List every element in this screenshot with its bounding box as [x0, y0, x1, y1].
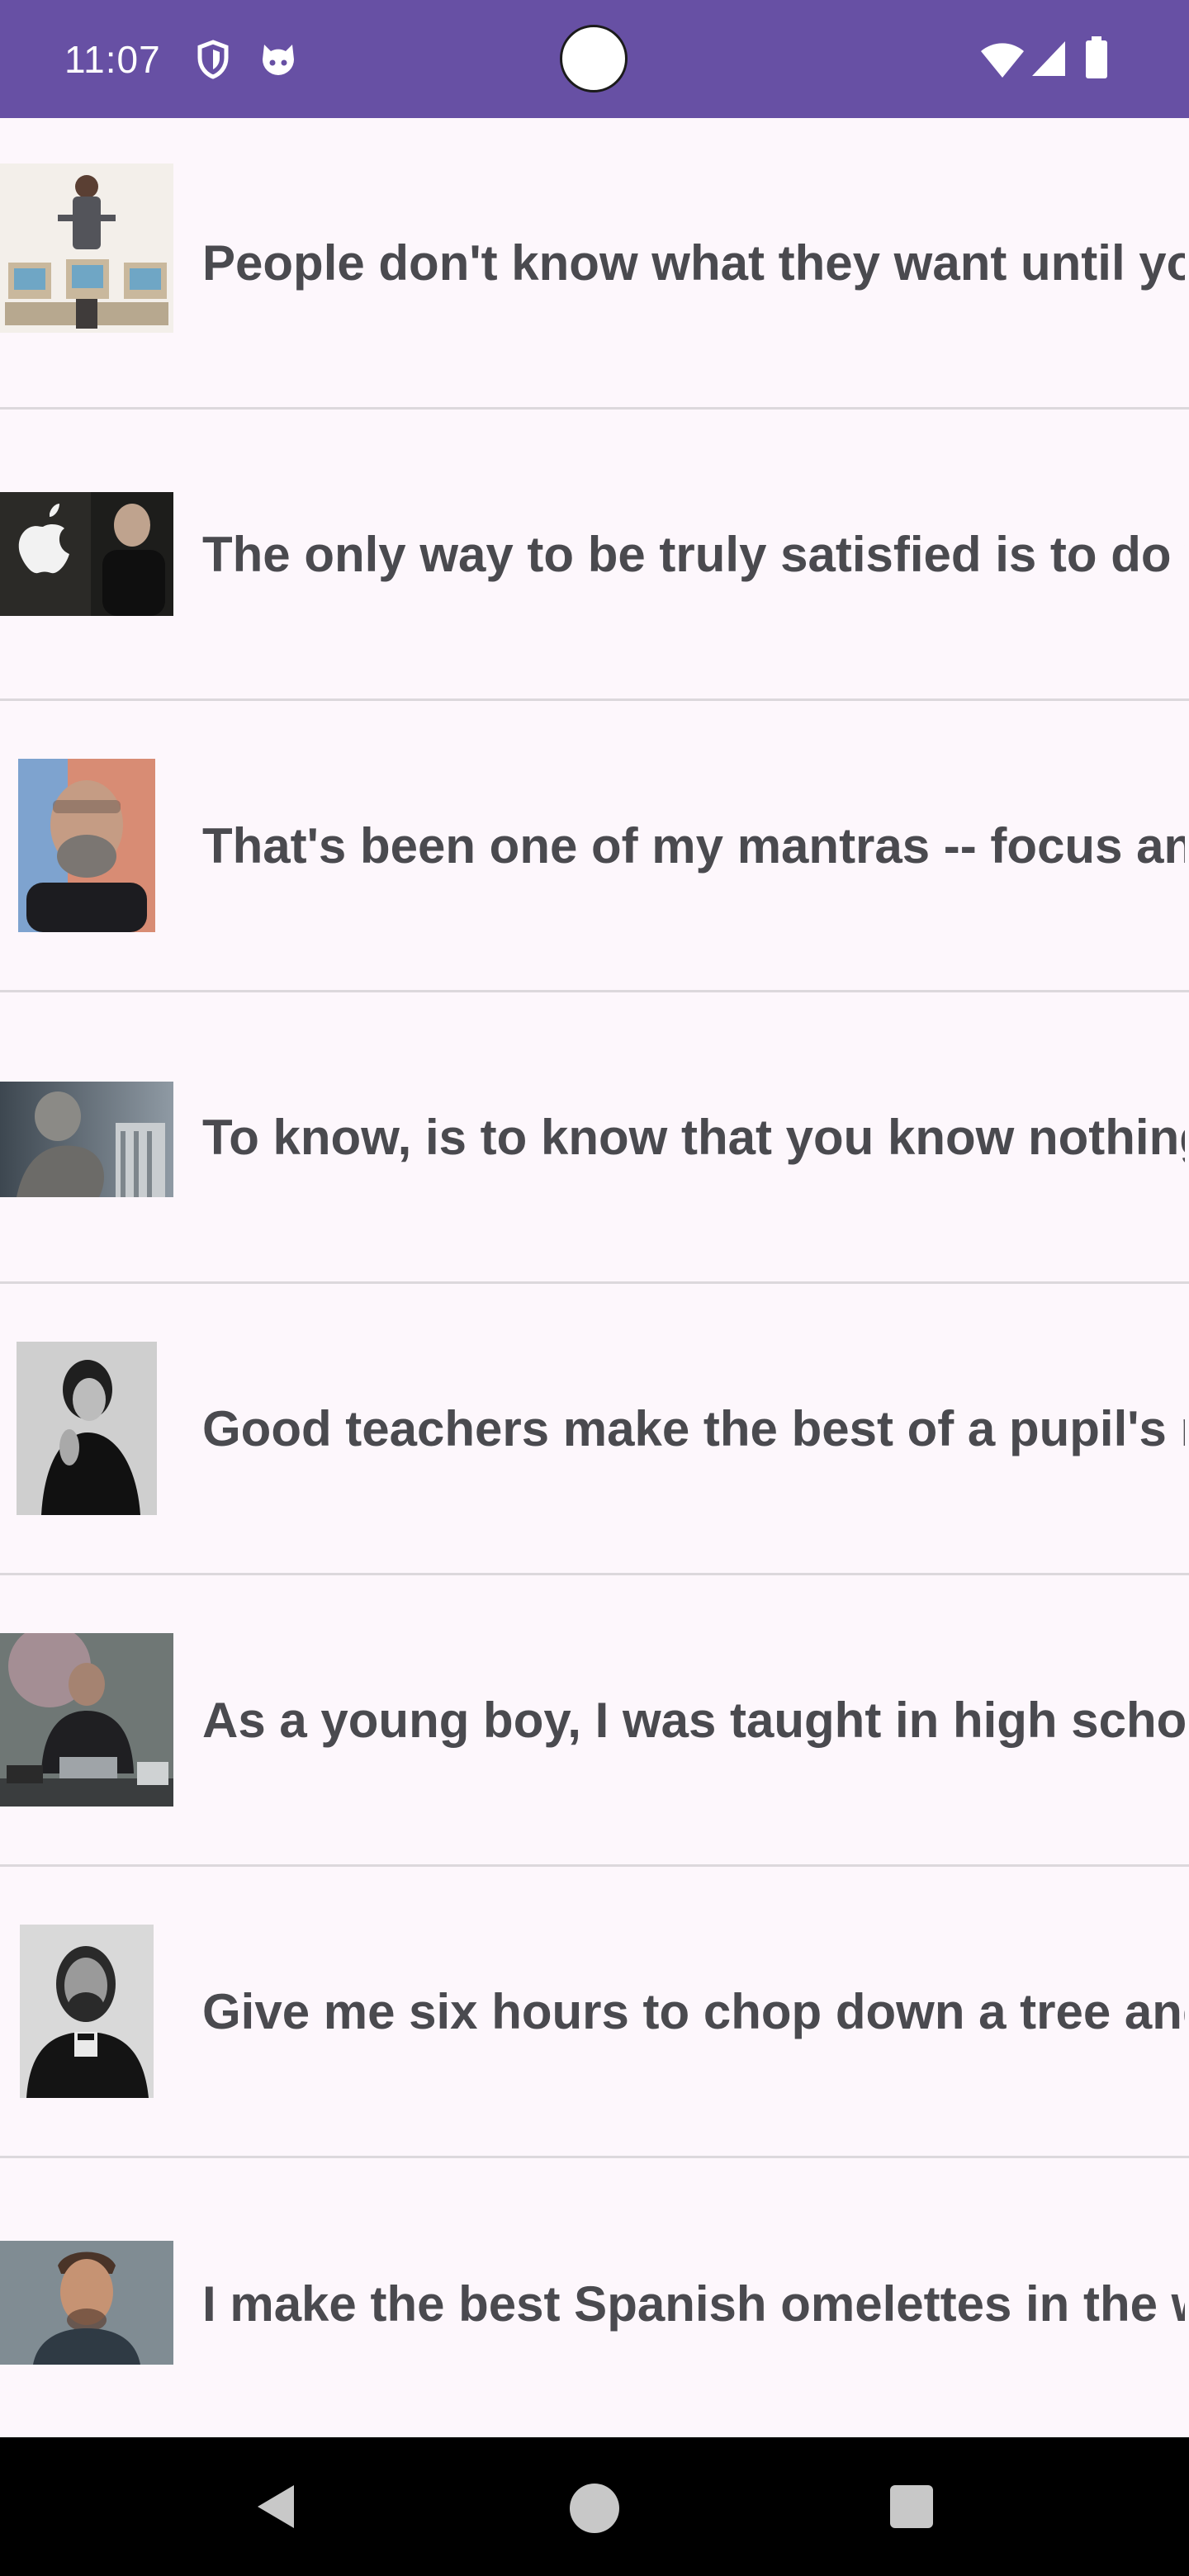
cell-signal-icon [1032, 41, 1065, 76]
man-leather-jacket-photo [0, 1633, 173, 1807]
bearded-man-portrait-photo [18, 759, 155, 932]
battery-icon [1086, 36, 1107, 78]
man-portrait-photo [0, 2241, 173, 2365]
woman-bw-portrait-photo [17, 1342, 157, 1515]
lincoln-bw-portrait-photo [20, 1925, 154, 2098]
shield-icon [197, 40, 229, 79]
quote-text: That's been one of my mantras -- focus a… [202, 817, 1185, 874]
list-item[interactable]: As a young boy, I was taught in high sch… [0, 1575, 1189, 1867]
list-item[interactable]: Give me six hours to chop down a tree an… [0, 1867, 1189, 2158]
status-time: 11:07 [64, 38, 161, 81]
greek-statue-photo [0, 1082, 173, 1197]
apple-logo-portrait-photo [0, 492, 173, 616]
list-item[interactable]: To know, is to know that you know nothin… [0, 992, 1189, 1284]
quote-list: People don't know what they want until y… [0, 118, 1189, 2450]
quote-text: To know, is to know that you know nothin… [202, 1109, 1185, 1165]
back-icon[interactable] [253, 2482, 299, 2531]
list-item[interactable]: I make the best Spanish omelettes in the… [0, 2158, 1189, 2450]
navigation-bar [0, 2437, 1189, 2576]
list-item[interactable]: Good teachers make the best of a pupil's… [0, 1284, 1189, 1575]
android-cat-icon [263, 45, 294, 75]
quote-text: As a young boy, I was taught in high sch… [202, 1692, 1185, 1748]
list-item[interactable]: The only way to be truly satisfied is to… [0, 410, 1189, 701]
home-icon[interactable] [568, 2482, 621, 2535]
quote-text: Give me six hours to chop down a tree an… [202, 1983, 1185, 2039]
quote-text: Good teachers make the best of a pupil's… [202, 1400, 1185, 1456]
recents-icon[interactable] [888, 2484, 935, 2530]
quote-text: People don't know what they want until y… [202, 234, 1185, 291]
man-with-computers-photo [0, 163, 173, 333]
quote-text: The only way to be truly satisfied is to… [202, 526, 1185, 582]
wifi-icon [981, 43, 1024, 78]
quote-text: I make the best Spanish omelettes in the… [202, 2276, 1185, 2332]
list-item[interactable]: That's been one of my mantras -- focus a… [0, 701, 1189, 992]
status-bar: 11:07 [0, 0, 1189, 118]
camera-cutout [560, 25, 628, 92]
list-item[interactable]: People don't know what they want until y… [0, 118, 1189, 410]
